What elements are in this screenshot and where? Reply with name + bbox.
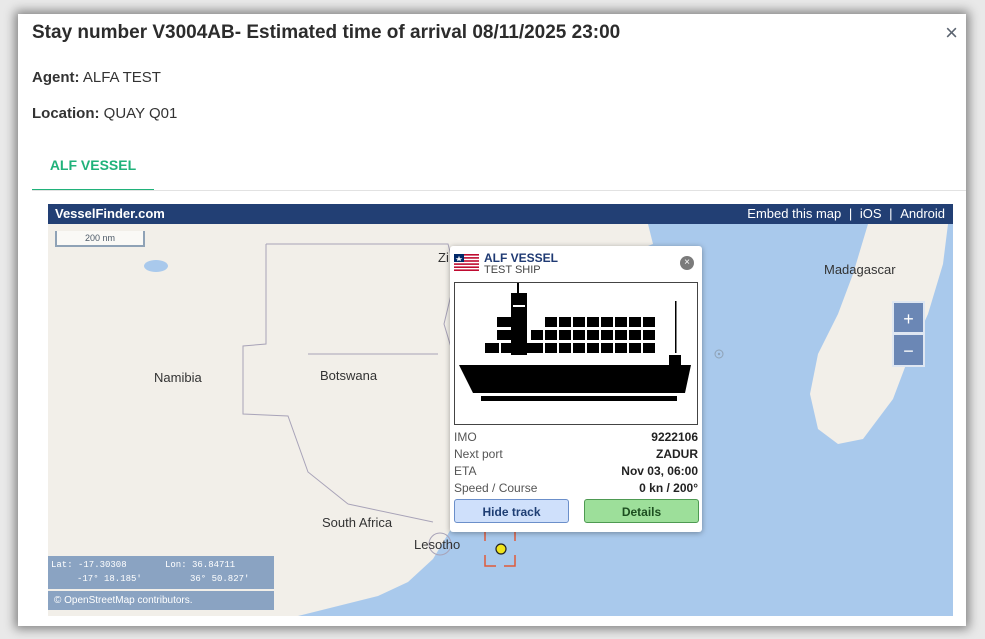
android-link[interactable]: Android [900,206,945,221]
link-separator: | [889,206,893,221]
coordinates-readout: Lat: -17.30308 Lon: 36.84711 -17° 18.185… [48,556,274,589]
close-icon[interactable]: × [680,256,694,270]
map-label-south-africa: South Africa [322,515,393,530]
agent-label: Agent: [32,69,80,86]
ios-link[interactable]: iOS [860,206,882,221]
hide-track-button[interactable]: Hide track [454,499,569,523]
map-header-bar: VesselFinder.com Embed this map | iOS | … [48,204,953,224]
vessel-map[interactable]: VesselFinder.com Embed this map | iOS | … [48,204,953,616]
lat-readout: Lat: -17.30308 [51,560,127,570]
lat-dms-readout: -17° 18.185′ [77,574,142,584]
map-scale: 200 nm [55,231,145,247]
map-links: Embed this map | iOS | Android [745,204,947,224]
location-label: Location: [32,105,100,122]
agent-field: Agent: ALFA TEST [32,69,161,86]
container-ship-icon [459,283,691,401]
lon-readout: Lon: 36.84711 [165,560,236,570]
zoom-out-icon[interactable]: − [892,334,925,367]
map-label-botswana: Botswana [320,368,378,383]
map-label-madagascar: Madagascar [824,262,896,277]
close-icon[interactable]: × [945,22,958,44]
lon-dms-readout: 36° 50.827′ [190,574,250,584]
vessel-type: TEST SHIP [484,264,541,276]
info-value: ZADUR [656,447,698,461]
info-value: Nov 03, 06:00 [621,464,698,478]
zoom-controls: + − [892,301,925,367]
info-key: Speed / Course [454,481,538,495]
vessel-popup: ALF VESSEL TEST SHIP × IMO 9222106 Next … [450,246,702,532]
details-button[interactable]: Details [584,499,699,523]
modal-title: Stay number V3004AB- Estimated time of a… [32,22,621,43]
info-key: IMO [454,430,477,444]
map-label-lesotho: Lesotho [414,537,461,552]
map-attribution[interactable]: © OpenStreetMap contributors. [48,591,274,610]
liberia-flag-icon [454,254,479,271]
vesselfinder-brand[interactable]: VesselFinder.com [55,204,165,224]
location-value: QUAY Q01 [103,105,178,122]
vessel-photo-placeholder [454,282,698,425]
map-label-namibia: Namibia [154,370,202,385]
embed-map-link[interactable]: Embed this map [747,206,841,221]
vessel-marker-icon[interactable] [484,529,516,567]
map-label-zi: Zi [438,250,449,265]
vessel-name[interactable]: ALF VESSEL [484,251,558,265]
info-key: ETA [454,464,477,478]
link-separator: | [848,206,853,221]
tab-alf-vessel[interactable]: ALF VESSEL [32,150,154,191]
tab-divider [32,190,966,191]
stay-modal: Stay number V3004AB- Estimated time of a… [18,14,966,626]
location-field: Location: QUAY Q01 [32,105,177,122]
agent-value: ALFA TEST [82,69,161,86]
info-key: Next port [454,447,503,461]
info-value: 9222106 [651,430,698,444]
zoom-in-icon[interactable]: + [892,301,925,334]
info-value: 0 kn / 200° [639,481,698,495]
